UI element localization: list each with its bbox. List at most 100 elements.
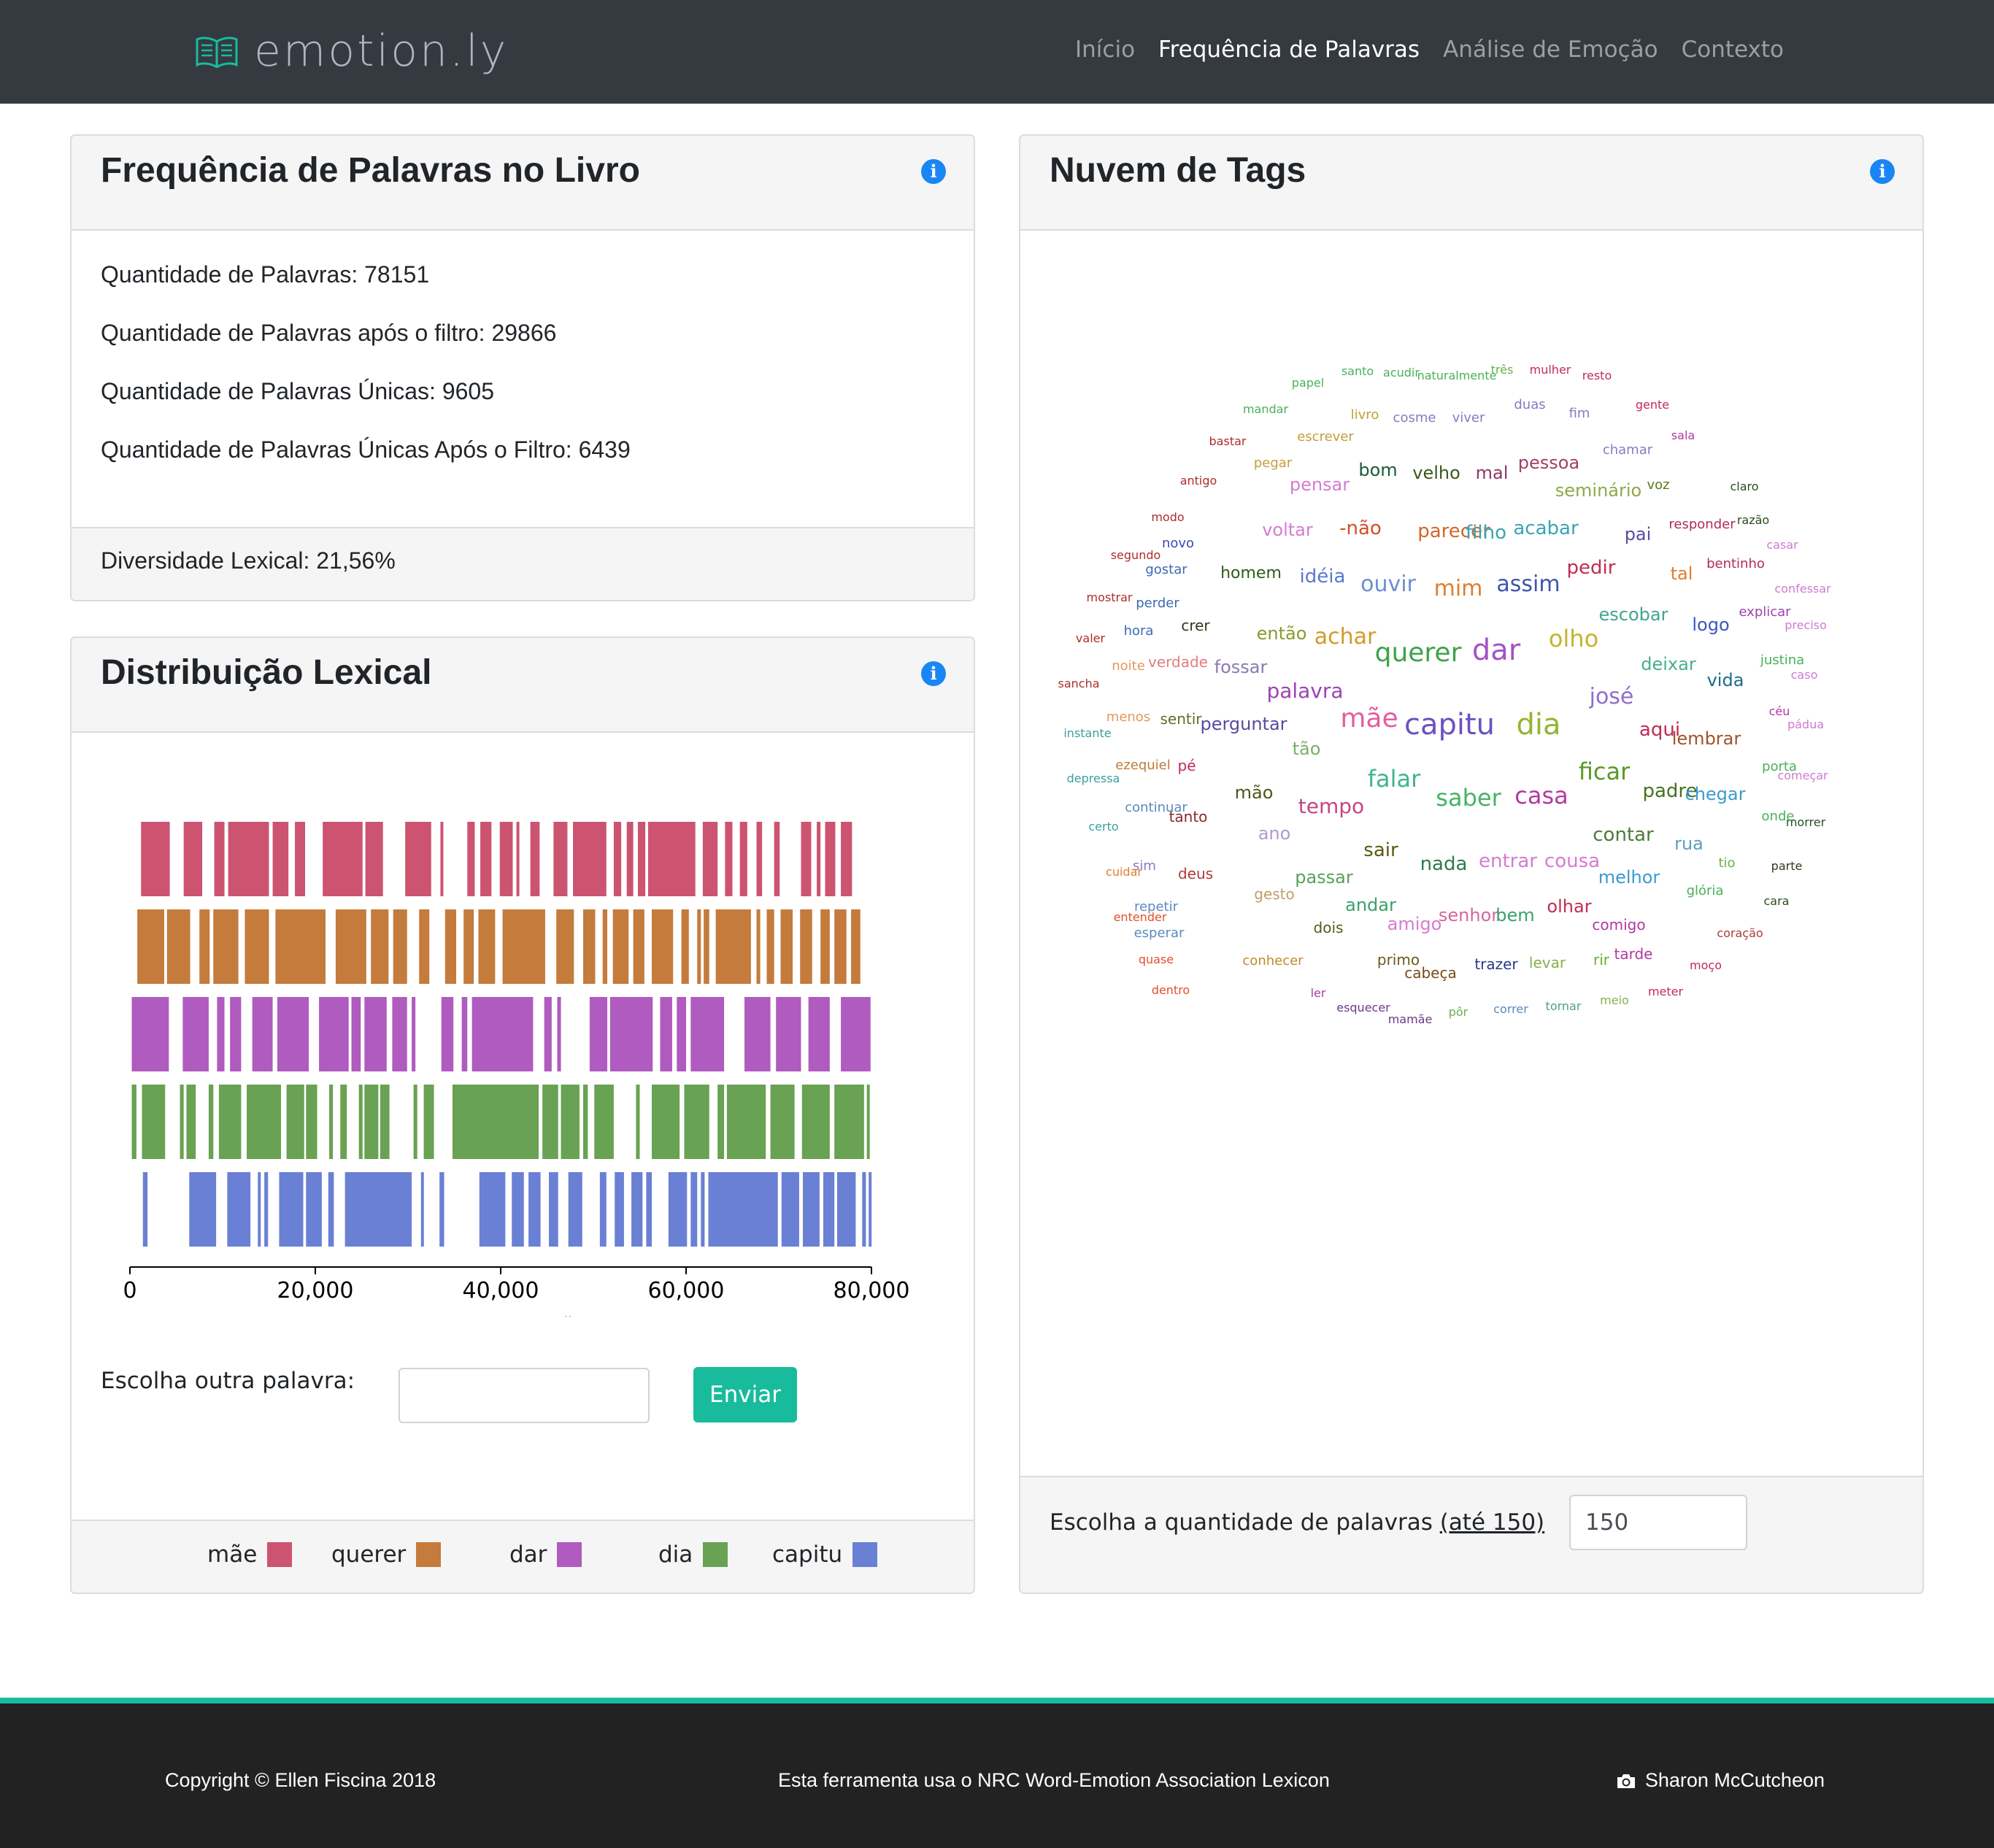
tag-word[interactable]: pôr — [1449, 1005, 1468, 1019]
tag-word[interactable]: amigo — [1387, 914, 1442, 934]
tag-word[interactable]: achar — [1314, 624, 1377, 650]
tag-word[interactable]: gesto — [1254, 885, 1295, 903]
tag-word[interactable]: tão — [1293, 739, 1321, 759]
tag-word[interactable]: comigo — [1592, 916, 1645, 933]
tag-word[interactable]: perguntar — [1200, 714, 1287, 734]
tag-word[interactable]: bastar — [1209, 434, 1247, 448]
tag-word[interactable]: dentro — [1152, 983, 1190, 997]
tag-word[interactable]: céu — [1769, 704, 1790, 718]
tag-word[interactable]: menos — [1106, 709, 1150, 725]
tag-word[interactable]: responder — [1668, 517, 1736, 532]
tag-word[interactable]: rir — [1593, 951, 1610, 969]
tag-word[interactable]: pessoa — [1518, 453, 1579, 473]
tag-word[interactable]: pai — [1625, 524, 1652, 544]
tag-word[interactable]: contar — [1593, 824, 1654, 846]
tag-word[interactable]: bem — [1496, 905, 1534, 925]
tag-word[interactable]: razão — [1737, 513, 1769, 527]
tag-word[interactable]: ler — [1311, 986, 1326, 1000]
tag-word[interactable]: casa — [1514, 782, 1568, 809]
send-button[interactable]: Enviar — [693, 1367, 797, 1422]
tag-word[interactable]: cuidar — [1106, 865, 1142, 879]
tag-word[interactable]: santo — [1341, 364, 1374, 378]
tag-word[interactable]: dia — [1516, 708, 1560, 742]
tag-word[interactable]: dois — [1314, 919, 1344, 936]
tag-word[interactable]: entrar — [1479, 850, 1537, 872]
tag-word[interactable]: pedir — [1567, 557, 1616, 579]
tag-word[interactable]: assim — [1496, 571, 1560, 597]
tag-word[interactable]: logo — [1692, 615, 1729, 635]
tag-word[interactable]: crer — [1181, 617, 1210, 634]
nav-link-analise[interactable]: Análise de Emoção — [1431, 29, 1670, 70]
tag-word[interactable]: mandar — [1243, 402, 1288, 416]
tag-word[interactable]: homem — [1220, 564, 1282, 582]
tag-word[interactable]: fossar — [1215, 657, 1268, 677]
tag-word[interactable]: filho — [1466, 522, 1506, 544]
tag-word[interactable]: escrever — [1297, 429, 1354, 444]
tag-word[interactable]: valer — [1076, 631, 1106, 645]
tag-word[interactable]: ouvir — [1360, 571, 1416, 597]
tag-word[interactable]: cosme — [1393, 410, 1436, 426]
tag-word[interactable]: lembrar — [1672, 728, 1741, 749]
tag-word[interactable]: verdade — [1148, 653, 1208, 671]
tag-word[interactable]: andar — [1345, 895, 1396, 915]
tag-word[interactable]: idéia — [1300, 566, 1346, 588]
tag-word[interactable]: correr — [1493, 1002, 1528, 1016]
tag-word[interactable]: segundo — [1111, 548, 1161, 562]
tag-word[interactable]: senhor — [1439, 905, 1498, 925]
tag-word[interactable]: continuar — [1125, 800, 1187, 815]
word-count-input[interactable] — [1569, 1495, 1747, 1550]
tag-word[interactable]: antigo — [1180, 474, 1217, 488]
tag-word[interactable]: tio — [1718, 855, 1735, 871]
tag-word[interactable]: deus — [1178, 865, 1213, 882]
tag-word[interactable]: livro — [1351, 407, 1379, 423]
tag-word[interactable]: perder — [1136, 596, 1179, 611]
tag-word[interactable]: chegar — [1685, 784, 1746, 804]
tag-word[interactable]: bom — [1358, 460, 1397, 480]
tag-word[interactable]: glória — [1687, 883, 1724, 898]
tag-word[interactable]: explicar — [1739, 604, 1791, 620]
info-icon[interactable]: i — [921, 661, 946, 686]
tag-word[interactable]: passar — [1295, 867, 1353, 888]
tag-word[interactable]: papel — [1292, 376, 1324, 390]
tag-word[interactable]: josé — [1589, 684, 1634, 709]
tag-word[interactable]: onde — [1762, 809, 1795, 824]
tag-word[interactable]: trazer — [1474, 955, 1518, 973]
info-icon[interactable]: i — [1870, 159, 1895, 184]
tag-word[interactable]: levar — [1529, 954, 1566, 971]
tag-word[interactable]: seminário — [1555, 480, 1641, 501]
tag-word[interactable]: caso — [1791, 668, 1818, 682]
tag-word[interactable]: pegar — [1254, 455, 1293, 471]
tag-word[interactable]: nada — [1420, 853, 1468, 875]
tag-word[interactable]: mal — [1476, 463, 1509, 483]
tag-word[interactable]: tempo — [1298, 794, 1364, 818]
tag-word[interactable]: sancha — [1058, 677, 1099, 690]
tag-word[interactable]: justina — [1760, 652, 1804, 668]
tag-word[interactable]: cousa — [1544, 850, 1600, 872]
tag-word[interactable]: mostrar — [1087, 590, 1133, 604]
tag-word[interactable]: escobar — [1599, 604, 1668, 625]
tag-word[interactable]: chamar — [1603, 442, 1653, 458]
tag-word[interactable]: gente — [1636, 398, 1669, 412]
tag-word[interactable]: mulher — [1530, 363, 1571, 377]
tag-word[interactable]: entender — [1114, 910, 1167, 924]
tag-word[interactable]: noite — [1112, 658, 1145, 674]
tag-word[interactable]: pensar — [1290, 474, 1350, 495]
tag-word[interactable]: ano — [1258, 823, 1291, 844]
tag-word[interactable]: quase — [1139, 952, 1174, 966]
nav-link-inicio[interactable]: Início — [1063, 29, 1147, 70]
tag-word[interactable]: duas — [1514, 397, 1545, 412]
tag-word[interactable]: olhar — [1547, 896, 1591, 917]
tag-word[interactable]: gostar — [1145, 562, 1187, 577]
tag-word[interactable]: -não — [1339, 517, 1382, 539]
tag-word[interactable]: porta — [1762, 759, 1797, 774]
tag-word[interactable]: claro — [1730, 480, 1758, 493]
tag-word[interactable]: certo — [1088, 820, 1118, 833]
tag-word[interactable]: tal — [1671, 563, 1693, 584]
tag-word[interactable]: voz — [1647, 477, 1669, 493]
tag-word[interactable]: querer — [1375, 638, 1462, 668]
tag-word[interactable]: cabeça — [1404, 964, 1457, 982]
tag-word[interactable]: modo — [1151, 510, 1184, 524]
tag-word[interactable]: meter — [1648, 985, 1684, 998]
tag-word[interactable]: viver — [1452, 410, 1485, 426]
tag-word[interactable]: parte — [1771, 859, 1803, 873]
